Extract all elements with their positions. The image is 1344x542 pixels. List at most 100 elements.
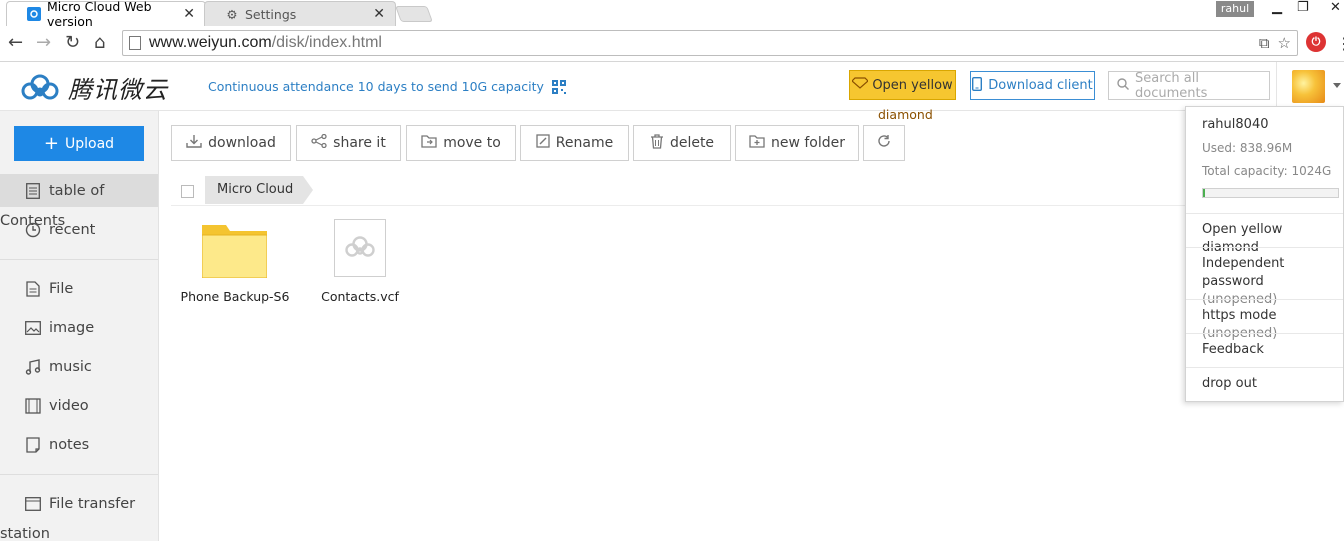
- sidebar-divider: [0, 259, 158, 260]
- sidebar-item-notes[interactable]: notes: [0, 428, 158, 461]
- sidebar-item-label: notes: [49, 436, 90, 453]
- weiyun-favicon-icon: [27, 7, 41, 21]
- storage-progress-bar: [1202, 188, 1339, 198]
- menu-divider: [1186, 299, 1343, 300]
- list-icon: [24, 182, 42, 200]
- bookmark-star-icon[interactable]: ☆: [1278, 34, 1291, 52]
- open-yellow-diamond-button[interactable]: Open yellow: [849, 70, 956, 100]
- sidebar-item-label: image: [49, 319, 95, 336]
- reload-icon[interactable]: ↻: [65, 33, 80, 53]
- search-input[interactable]: Search all documents: [1108, 70, 1270, 101]
- plus-icon: +: [43, 132, 60, 154]
- close-tab-icon[interactable]: ✕: [373, 6, 385, 22]
- promo-text: Continuous attendance 10 days to send 10…: [208, 79, 544, 94]
- search-placeholder: Search all documents: [1135, 70, 1208, 101]
- clock-icon: [24, 221, 42, 239]
- independent-password-label: Independent password: [1202, 256, 1285, 289]
- new-folder-button[interactable]: new folder: [735, 125, 859, 161]
- upload-button[interactable]: + Upload: [14, 126, 144, 161]
- https-mode-label: https mode: [1202, 308, 1277, 323]
- rename-label: Rename: [555, 135, 614, 151]
- cloud-logo-icon: [21, 74, 59, 99]
- share-label: share it: [333, 135, 386, 151]
- share-icon: [311, 133, 327, 152]
- menu-divider: [1186, 367, 1343, 368]
- transfer-icon: [24, 495, 42, 513]
- trash-icon: [650, 133, 664, 153]
- sidebar-item-file-transfer[interactable]: File transfer: [0, 487, 158, 520]
- new-folder-label: new folder: [770, 135, 846, 151]
- minimize-icon[interactable]: ▁: [1272, 0, 1282, 15]
- select-all-checkbox[interactable]: [181, 185, 194, 198]
- sidebar-item-label: recent: [49, 221, 96, 238]
- browser-tabstrip: Micro Cloud Web version ✕ ⚙ Settings ✕ r…: [0, 0, 1344, 29]
- tab-micro-cloud[interactable]: Micro Cloud Web version ✕: [6, 0, 206, 29]
- menu-item-drop-out[interactable]: drop out: [1202, 375, 1257, 393]
- tab-settings[interactable]: ⚙ Settings ✕: [204, 1, 396, 26]
- home-icon[interactable]: ⌂: [94, 33, 105, 53]
- menu-item-https-mode[interactable]: https mode (unopened): [1202, 307, 1343, 343]
- profile-chip[interactable]: rahul: [1216, 1, 1254, 17]
- extension-stop-icon[interactable]: ⏻: [1306, 32, 1326, 52]
- menu-divider: [1186, 247, 1343, 248]
- gear-icon: ⚙: [226, 6, 238, 22]
- promo-link[interactable]: Continuous attendance 10 days to send 10…: [208, 79, 566, 94]
- rename-button[interactable]: Rename: [520, 125, 629, 161]
- brand-name: 腾讯微云: [68, 76, 168, 104]
- sidebar-item-file[interactable]: File: [0, 272, 158, 305]
- breadcrumb-root[interactable]: Micro Cloud: [205, 176, 314, 204]
- move-to-button[interactable]: move to: [406, 125, 516, 161]
- breadcrumb: Micro Cloud: [171, 175, 1185, 206]
- maximize-icon[interactable]: ❐: [1297, 0, 1309, 15]
- download-icon: [186, 134, 202, 152]
- menu-divider: [1186, 333, 1343, 334]
- browser-toolbar: ← → ↻ ⌂ www.weiyun.com/disk/index.html ⧉…: [0, 26, 1344, 62]
- delete-button[interactable]: delete: [633, 125, 731, 161]
- share-button[interactable]: share it: [296, 125, 401, 161]
- storage-used: Used: 838.96M: [1202, 141, 1293, 155]
- move-to-label: move to: [443, 135, 501, 151]
- sidebar-item-label: table of: [49, 182, 105, 199]
- sidebar-item-contents[interactable]: table of: [0, 174, 158, 207]
- search-icon: [1117, 77, 1129, 94]
- sidebar-item-file-transfer-overflow: station: [0, 526, 50, 542]
- account-dropdown: rahul8040 Used: 838.96M Total capacity: …: [1185, 106, 1344, 402]
- sidebar-item-label: video: [49, 397, 89, 414]
- video-icon: [24, 397, 42, 415]
- diamond-icon: [851, 77, 870, 93]
- qr-code-icon: [551, 79, 566, 94]
- image-icon: [24, 319, 42, 337]
- address-bar[interactable]: www.weiyun.com/disk/index.html ⧉ ☆: [122, 30, 1298, 56]
- forward-icon[interactable]: →: [36, 33, 51, 53]
- weiyun-logo[interactable]: 腾讯微云: [18, 70, 168, 105]
- sidebar-item-recent[interactable]: recent: [0, 213, 158, 246]
- folder-item[interactable]: Phone Backup-S6: [180, 218, 290, 308]
- sidebar-item-music[interactable]: music: [0, 350, 158, 383]
- move-folder-icon: [421, 134, 437, 152]
- sidebar-divider: [0, 474, 158, 475]
- url-text: www.weiyun.com/disk/index.html: [149, 34, 382, 51]
- download-client-button[interactable]: Download client: [970, 71, 1095, 100]
- new-tab-button[interactable]: [395, 6, 433, 22]
- menu-item-independent-password[interactable]: Independent password (unopened): [1202, 255, 1343, 309]
- close-window-icon[interactable]: ✕: [1330, 0, 1341, 15]
- menu-item-feedback[interactable]: Feedback: [1202, 341, 1264, 359]
- sidebar-item-label: music: [49, 358, 92, 375]
- avatar[interactable]: [1292, 70, 1325, 103]
- download-client-label: Download client: [988, 78, 1093, 93]
- menu-item-yellow-diamond[interactable]: Open yellow diamond: [1202, 221, 1343, 257]
- account-menu-toggle[interactable]: [1276, 62, 1344, 111]
- sidebar-item-video[interactable]: video: [0, 389, 158, 422]
- sidebar: + Upload table of Contents recent File i…: [0, 111, 159, 542]
- vcf-file-icon: [334, 219, 386, 277]
- close-tab-icon[interactable]: ✕: [183, 6, 195, 22]
- yellow-button-label: Open yellow: [872, 77, 953, 93]
- file-item[interactable]: Contacts.vcf: [315, 218, 405, 308]
- translate-icon[interactable]: ⧉: [1259, 34, 1270, 52]
- refresh-button[interactable]: [863, 125, 905, 161]
- sidebar-item-image[interactable]: image: [0, 311, 158, 344]
- back-icon[interactable]: ←: [8, 33, 23, 53]
- browser-menu-icon[interactable]: ⋮: [1336, 34, 1344, 53]
- yellow-button-wrap: diamond: [878, 107, 933, 122]
- download-button[interactable]: download: [171, 125, 291, 161]
